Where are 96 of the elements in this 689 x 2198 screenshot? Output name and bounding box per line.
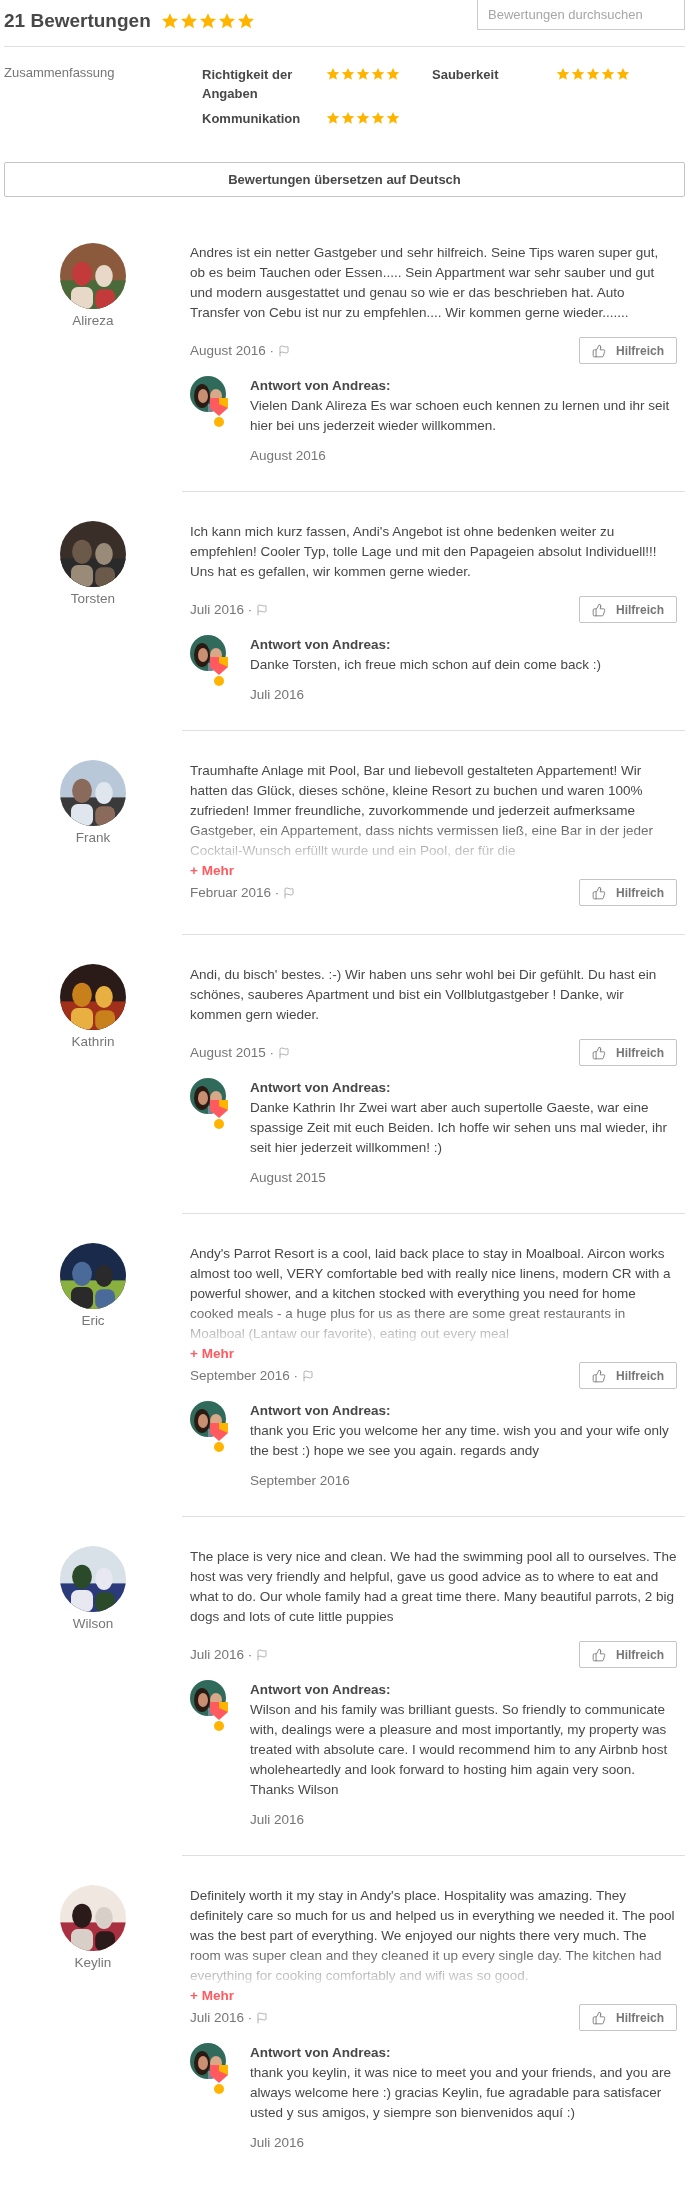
response-title: Antwort von Andreas: xyxy=(250,2044,392,2062)
search-field[interactable]: Bewertungen durchsuchen xyxy=(477,0,685,30)
medal-icon xyxy=(210,2065,228,2095)
star-icon xyxy=(601,67,615,81)
thumbs-up-icon xyxy=(592,1647,606,1662)
response-text: thank you keylin, it was nice to meet you and your friends, and you are always welcome here :) gracias Keylin, fue agradable para satisfacer usted y sus amigos, y siempre son bienvenidos aquí :) xyxy=(250,2064,672,2122)
reviewer-name: Frank xyxy=(75,830,111,845)
thumbs-up-icon xyxy=(592,343,606,358)
star-icon xyxy=(556,67,570,81)
review-date: Februar 2016 · xyxy=(190,885,280,900)
review-text: Definitely worth it my stay in Andy's place. Hospitality was amazing. They definitely care so much for us and helped us in everything we needed it. The pool was the best part of everything. We enjoyed our nights there very much. The room was super clean and they cleaned it up every single day. The kitchen had everything for cooking comfortably and wifi was so good. xyxy=(190,1887,676,1985)
flag-icon[interactable] xyxy=(256,603,269,616)
response-title: Antwort von Andreas: xyxy=(250,636,392,654)
helpful-button[interactable]: Hilfreich xyxy=(579,596,677,623)
helpful-button[interactable]: Hilfreich xyxy=(579,1641,677,1668)
response-title: Antwort von Andreas: xyxy=(250,1402,392,1420)
rating-category: Kommunikation xyxy=(202,110,302,128)
star-icon xyxy=(371,111,385,125)
star-icon xyxy=(198,12,217,30)
review-date: Juli 2016 · xyxy=(190,602,253,617)
review-date: August 2015 · xyxy=(190,1045,275,1060)
review-text: Andy's Parrot Resort is a cool, laid back place to stay in Moalboal. Aircon works almost too well, VERY comfortable bed with really nice linens, modern CR with a powerful shower, and a kitchen stocked with everything you need for home cooked meals - a huge plus for us as there are some great restaurants in Moalboal (Lantaw our favorite), eating out every meal xyxy=(190,1245,672,1343)
review-text: Ich kann mich kurz fassen, Andi's Angebot ist ohne bedenken weiter zu empfehlen! Cooler Typ, tolle Lage und mit den Papageien absolut Individuell!!! Uns hat es gefallen, wir kommen gerne wieder. xyxy=(190,523,658,581)
response-date: August 2016 xyxy=(250,448,327,463)
flag-icon[interactable] xyxy=(278,1046,291,1059)
response-title: Antwort von Andreas: xyxy=(250,377,392,395)
response-text: Wilson and his family was brilliant guests. So friendly to communicate with, dealings were a pleasure and most importantly, my property was treated with absolute care. I would recommend him to any Airbnb host wholeheartedly and look forward to hosting him again very soon. Thanks Wilson xyxy=(250,1701,669,1799)
medal-icon xyxy=(210,1702,228,1732)
more-link[interactable]: + Mehr xyxy=(190,1988,234,2003)
response-text: thank you Eric you welcome her any time. wish you and your wife only the best :) hope we see you again. regards andy xyxy=(250,1422,670,1460)
summary-label: Zusammenfassung xyxy=(4,65,116,82)
response-date: Juli 2016 xyxy=(250,2135,306,2150)
flag-icon[interactable] xyxy=(278,344,291,357)
reviewer-name: Wilson xyxy=(72,1616,114,1631)
star-icon xyxy=(341,111,355,125)
more-link[interactable]: + Mehr xyxy=(190,863,234,878)
response-title: Antwort von Andreas: xyxy=(250,1079,392,1097)
review-date: August 2016 · xyxy=(190,343,275,358)
reviewer-name: Kathrin xyxy=(71,1034,115,1049)
response-date: August 2015 xyxy=(250,1170,327,1185)
star-icon xyxy=(356,67,370,81)
medal-icon xyxy=(210,657,228,687)
star-icon xyxy=(386,67,400,81)
translate-button[interactable]: Bewertungen übersetzen auf Deutsch xyxy=(4,162,685,197)
flag-icon[interactable] xyxy=(256,2011,269,2024)
star-icon xyxy=(371,67,385,81)
reviews-title: 21 Bewertungen xyxy=(4,10,151,32)
review-text: The place is very nice and clean. We had the swimming pool all to ourselves. The host was very friendly and helpful, gave us good advice as to where to eat and what to do. Our whole family had a great time there. Many beautiful parrots, 2 big dogs and lots of cute little puppies xyxy=(190,1548,677,1626)
star-icon xyxy=(386,111,400,125)
response-date: Juli 2016 xyxy=(250,687,306,702)
star-icon xyxy=(326,67,340,81)
response-text: Danke Kathrin Ihr Zwei wart aber auch supertolle Gaeste, war eine spassige Zeit mit euch Beiden. Ich hoffe wir sehen uns mal wieder, ihr seit hier jederzeit willkommen! :) xyxy=(250,1099,668,1157)
reviewer-name: Keylin xyxy=(74,1955,112,1970)
review-date: Juli 2016 · xyxy=(190,1647,253,1662)
helpful-button[interactable]: Hilfreich xyxy=(579,1362,677,1389)
rating-category: Richtigkeit der Angaben xyxy=(202,66,294,103)
star-icon xyxy=(160,12,179,30)
star-icon xyxy=(571,67,585,81)
reviewer-name: Torsten xyxy=(70,591,116,606)
star-icon xyxy=(616,67,630,81)
rating-category: Sauberkeit xyxy=(432,66,500,84)
thumbs-up-icon xyxy=(592,1368,606,1383)
medal-icon xyxy=(210,1100,228,1130)
medal-icon xyxy=(210,398,228,428)
star-icon xyxy=(356,111,370,125)
response-date: Juli 2016 xyxy=(250,1812,306,1827)
thumbs-up-icon xyxy=(592,2010,606,2025)
star-icon xyxy=(179,12,198,30)
star-icon xyxy=(586,67,600,81)
review-date: September 2016 · xyxy=(190,1368,299,1383)
helpful-button[interactable]: Hilfreich xyxy=(579,2004,677,2031)
medal-icon xyxy=(210,1423,228,1453)
review-date: Juli 2016 · xyxy=(190,2010,253,2025)
star-icon xyxy=(326,111,340,125)
reviewer-name: Eric xyxy=(81,1313,105,1328)
star-icon xyxy=(217,12,236,30)
thumbs-up-icon xyxy=(592,1045,606,1060)
star-icon xyxy=(236,12,255,30)
helpful-button[interactable]: Hilfreich xyxy=(579,337,677,364)
review-text: Traumhafte Anlage mit Pool, Bar und liebevoll gestalteten Appartement! Wir hatten das Glück, dieses schöne, kleine Resort zu buchen und waren 100% zufrieden! Immer freundliche, zuvorkommende und jederzeit aufmerksame Gastgeber, ein Appartement, dass nichts vermissen ließ, eine Bar in der jeder Cocktail-Wunsch erfüllt wurde und ein Pool, der für die xyxy=(190,762,654,860)
reviewer-name: Alireza xyxy=(72,313,114,328)
star-icon xyxy=(341,67,355,81)
flag-icon[interactable] xyxy=(256,1648,269,1661)
review-text: Andres ist ein netter Gastgeber und sehr hilfreich. Seine Tips waren super gut, ob es beim Tauchen oder Essen..... Sein Appartment war sehr sauber und gut und modern ausgestattet und genau so wie er das beschrieben hat. Auto Transfer von Cebu ist nur zu empfehlen.... Wir kommen gerne wieder....... xyxy=(190,244,660,322)
response-date: September 2016 xyxy=(250,1473,351,1488)
flag-icon[interactable] xyxy=(302,1369,315,1382)
thumbs-up-icon xyxy=(592,602,606,617)
response-title: Antwort von Andreas: xyxy=(250,1681,392,1699)
more-link[interactable]: + Mehr xyxy=(190,1346,234,1361)
review-text: Andi, du bisch' bestes. :-) Wir haben uns sehr wohl bei Dir gefühlt. Du hast ein schönes, sauberes Apartment und bist ein Vollblutgastgeber ! Danke, wir kommen gern wieder. xyxy=(190,966,658,1024)
helpful-button[interactable]: Hilfreich xyxy=(579,879,677,906)
response-text: Danke Torsten, ich freue mich schon auf dein come back :) xyxy=(250,656,602,674)
flag-icon[interactable] xyxy=(283,886,296,899)
thumbs-up-icon xyxy=(592,885,606,900)
response-text: Vielen Dank Alireza Es war schoen euch kennen zu lernen und ihr seit hier bei uns jederzeit wieder willkommen. xyxy=(250,397,671,435)
helpful-button[interactable]: Hilfreich xyxy=(579,1039,677,1066)
